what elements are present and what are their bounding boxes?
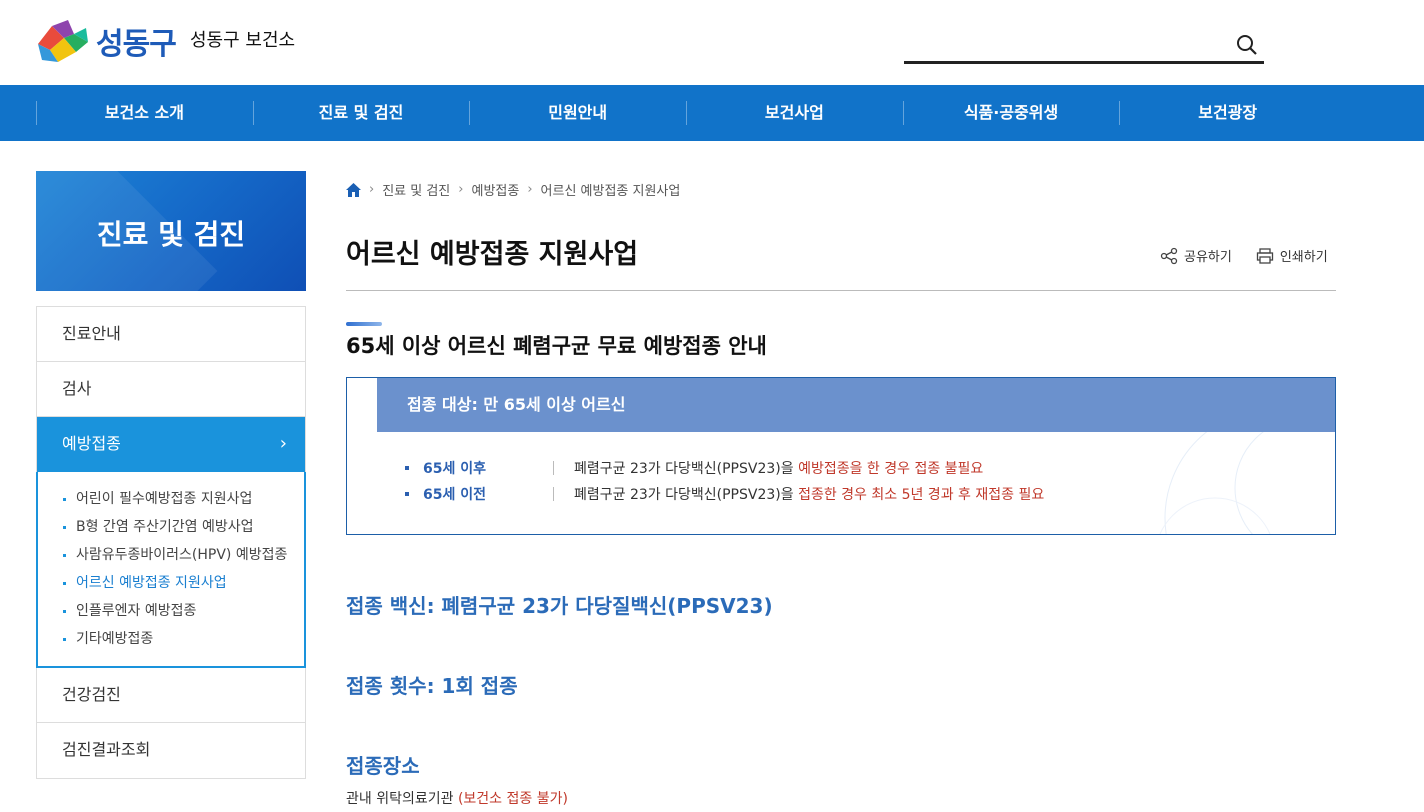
breadcrumb-separator: › (369, 182, 375, 197)
target-row-key: 65세 이후 (423, 461, 486, 477)
chevron-right-icon: › (279, 433, 287, 454)
print-button[interactable]: 인쇄하기 (1256, 246, 1328, 265)
page-tools: 공유하기 인쇄하기 (1160, 246, 1328, 265)
sidebar-item-test[interactable]: 검사 (37, 362, 305, 417)
share-button[interactable]: 공유하기 (1160, 246, 1232, 265)
row-divider (553, 487, 554, 501)
sidebar-item-checkup[interactable]: 건강검진 (37, 668, 305, 723)
row-text: 폐렴구균 23가 다당백신(PPSV23)을 (574, 461, 799, 477)
page-title: 어르신 예방접종 지원사업 (346, 239, 639, 270)
row-text: 폐렴구균 23가 다당백신(PPSV23)을 (574, 487, 799, 503)
row-divider (553, 461, 554, 475)
breadcrumb-separator: › (527, 182, 533, 197)
share-icon (1160, 247, 1178, 264)
logo-mark-icon (38, 20, 88, 62)
submenu-item-hepatitis-b[interactable]: B형 간염 주산기간염 예방사업 (62, 516, 292, 538)
target-row-key: 65세 이전 (423, 487, 486, 503)
share-label: 공유하기 (1184, 250, 1232, 265)
sidebar-submenu: 어린이 필수예방접종 지원사업 B형 간염 주산기간염 예방사업 사람유두종바이… (36, 472, 306, 668)
header: 성동구 성동구 보건소 (0, 0, 1424, 85)
gnb-item-treatment[interactable]: 진료 및 검진 (252, 85, 470, 141)
side-nav: 진료안내 검사 예방접종 › 어린이 필수예방접종 지원사업 B형 간염 주산기… (36, 306, 306, 779)
place-description: 관내 위탁의료기관 (보건소 접종 불가) (346, 788, 568, 808)
bullet (405, 492, 409, 496)
row-highlight: 접종한 경우 최소 5년 경과 후 재접종 필요 (798, 487, 1045, 503)
sidebar-item-label: 예방접종 (62, 434, 121, 453)
print-icon (1256, 247, 1273, 264)
site-name[interactable]: 성동구 보건소 (190, 26, 295, 52)
sidebar-item-vaccination[interactable]: 예방접종 › (37, 417, 305, 472)
bullet (405, 466, 409, 470)
target-row: 65세 이후 폐렴구균 23가 다당백신(PPSV23)을 예방접종을 한 경우… (405, 458, 983, 478)
place-text: 관내 위탁의료기관 (346, 791, 458, 807)
submenu-item-child-vaccination[interactable]: 어린이 필수예방접종 지원사업 (62, 488, 292, 510)
target-heading: 접종 대상: 만 65세 이상 어르신 (377, 378, 1335, 432)
submenu-item-other[interactable]: 기타예방접종 (62, 628, 292, 650)
submenu-item-senior-vaccination[interactable]: 어르신 예방접종 지원사업 (62, 572, 292, 594)
print-label: 인쇄하기 (1279, 250, 1328, 265)
global-nav: 보건소 소개 진료 및 검진 민원안내 보건사업 식품·공중위생 보건광장 (0, 85, 1424, 141)
place-title: 접종장소 (346, 754, 420, 778)
submenu-item-influenza[interactable]: 인플루엔자 예방접종 (62, 600, 292, 622)
sidebar-item-treatment-guide[interactable]: 진료안내 (37, 307, 305, 362)
dose-count-info: 접종 횟수: 1회 접종 (346, 674, 518, 698)
place-note: (보건소 접종 불가) (457, 791, 568, 807)
section-title: 65세 이상 어르신 폐렴구균 무료 예방접종 안내 (346, 334, 767, 358)
target-row-value: 폐렴구균 23가 다당백신(PPSV23)을 접종한 경우 최소 5년 경과 후… (574, 484, 1044, 504)
section-accent-bar (346, 322, 382, 326)
target-info-box: 접종 대상: 만 65세 이상 어르신 65세 이후 폐렴구균 23가 다당백신… (346, 377, 1336, 535)
home-icon[interactable] (346, 182, 361, 197)
site-logo[interactable]: 성동구 (36, 18, 177, 64)
vaccine-info: 접종 백신: 폐렴구균 23가 다당질백신(PPSV23) (346, 594, 773, 618)
search-field[interactable] (904, 28, 1264, 64)
logo-text: 성동구 (96, 27, 177, 62)
row-highlight: 예방접종을 한 경우 접종 불필요 (798, 461, 984, 477)
lnb-title: 진료 및 검진 (96, 218, 246, 251)
gnb-item-civil[interactable]: 민원안내 (469, 85, 686, 141)
gnb-item-intro[interactable]: 보건소 소개 (36, 85, 253, 141)
breadcrumb-item[interactable]: 진료 및 검진 (382, 180, 450, 199)
gnb-item-food-hygiene[interactable]: 식품·공중위생 (902, 85, 1120, 141)
title-divider (346, 290, 1336, 291)
gnb-item-health-program[interactable]: 보건사업 (686, 85, 903, 141)
search-icon[interactable] (1236, 34, 1258, 56)
breadcrumb-separator: › (458, 182, 464, 197)
submenu-item-hpv[interactable]: 사람유두종바이러스(HPV) 예방접종 (62, 544, 292, 566)
lnb-title-panel: 진료 및 검진 (36, 171, 306, 291)
target-row: 65세 이전 폐렴구균 23가 다당백신(PPSV23)을 접종한 경우 최소 … (405, 484, 1044, 504)
sidebar-item-checkup-result[interactable]: 검진결과조회 (37, 723, 305, 778)
breadcrumb: › 진료 및 검진 › 예방접종 › 어르신 예방접종 지원사업 (346, 180, 680, 199)
breadcrumb-item[interactable]: 예방접종 (471, 180, 519, 199)
gnb-item-plaza[interactable]: 보건광장 (1119, 85, 1336, 141)
target-row-value: 폐렴구균 23가 다당백신(PPSV23)을 예방접종을 한 경우 접종 불필요 (574, 458, 983, 478)
breadcrumb-item[interactable]: 어르신 예방접종 지원사업 (541, 180, 681, 199)
